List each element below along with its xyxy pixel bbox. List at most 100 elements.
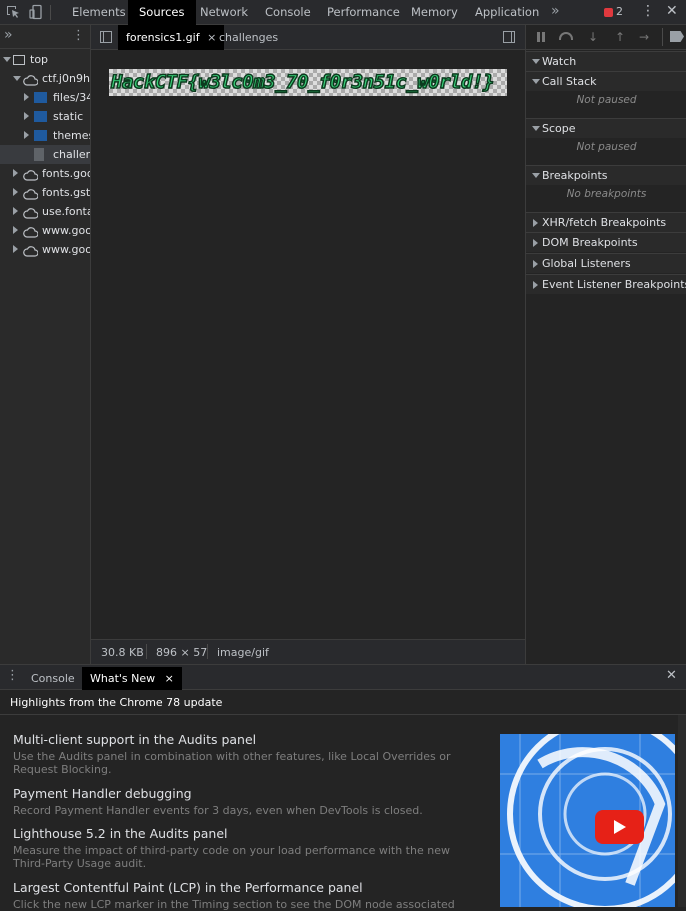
image-dimensions: 896 × 57 (156, 646, 208, 659)
editor-area: forensics1.gif × challenges HackCTF{w3lc… (91, 25, 525, 664)
tab-performance[interactable]: Performance (316, 0, 411, 25)
debugger-sidebar: ↓ ↑ → Watch Call Stack Not paused Scope Not … (525, 25, 686, 664)
feature-item[interactable]: Payment Handler debugging Record Payment … (13, 786, 473, 817)
pause-icon[interactable] (537, 32, 545, 42)
collapsed-arrow-icon[interactable] (13, 188, 18, 196)
pane-watch[interactable]: Watch (526, 51, 686, 71)
tree-item-label: top (30, 53, 49, 66)
debugger-toolbar: ↓ ↑ → (526, 25, 686, 50)
feature-title[interactable]: Multi-client support in the Audits panel (13, 732, 473, 747)
tree-item-label: www.goog (42, 243, 90, 256)
toggle-debugger-icon[interactable] (503, 31, 515, 43)
pane-event-listener-breakpoints[interactable]: Event Listener Breakpoints (526, 274, 686, 294)
expanded-arrow-icon (532, 126, 540, 131)
navigator-header: » ⋮ (0, 25, 90, 49)
tab-application[interactable]: Application (464, 0, 550, 25)
expanded-arrow-icon[interactable] (13, 76, 21, 81)
drawer-tab-whats-new[interactable]: What's New × (82, 667, 182, 690)
pane-breakpoints[interactable]: Breakpoints (526, 165, 686, 185)
pane-xhr-fetch-breakpoints[interactable]: XHR/fetch Breakpoints (526, 212, 686, 232)
tab-network[interactable]: Network (189, 0, 259, 25)
navigator-menu-button[interactable]: ⋮ (72, 28, 85, 43)
drawer-tab-console[interactable]: Console (23, 667, 83, 690)
pane-call-stack[interactable]: Call Stack (526, 71, 686, 91)
expanded-arrow-icon[interactable] (3, 57, 11, 62)
mime-type: image/gif (217, 646, 269, 659)
tree-item[interactable]: ctf.j0n9hy (0, 69, 90, 88)
tab-elements[interactable]: Elements (61, 0, 137, 25)
feature-item[interactable]: Largest Contentful Paint (LCP) in the Pe… (13, 880, 473, 911)
more-tabs-button[interactable]: » (540, 0, 571, 25)
tree-item[interactable]: themes (0, 126, 90, 145)
feature-item[interactable]: Lighthouse 5.2 in the Audits panel Measur… (13, 826, 473, 870)
feature-title[interactable]: Largest Contentful Paint (LCP) in the Pe… (13, 880, 473, 895)
collapsed-arrow-icon[interactable] (24, 112, 29, 120)
toggle-navigator-icon[interactable] (100, 31, 112, 43)
close-tab-icon[interactable]: × (165, 672, 174, 685)
collapsed-arrow-icon (533, 239, 538, 247)
whats-new-video-thumbnail[interactable] (500, 734, 675, 907)
feature-description: Measure the impact of third-party code o… (13, 844, 450, 870)
step-over-icon[interactable] (559, 32, 573, 40)
collapsed-arrow-icon[interactable] (13, 245, 18, 253)
editor-tab-challenges[interactable]: challenges (211, 25, 286, 50)
gif-image-preview: HackCTF{w3lc0m3_70_f0r3n51c_w0rld!} (109, 69, 507, 96)
pane-empty-message: No breakpoints (566, 188, 647, 200)
settings-menu-button[interactable]: ⋮ (641, 3, 655, 19)
tab-sources[interactable]: Sources (128, 0, 196, 25)
step-out-icon[interactable]: ↑ (615, 30, 625, 44)
close-devtools-button[interactable]: ✕ (666, 3, 678, 19)
feature-description: Record Payment Handler events for 3 days… (13, 804, 423, 817)
frame-icon (13, 55, 25, 65)
file-size: 30.8 KB (101, 646, 144, 659)
pane-scope[interactable]: Scope (526, 118, 686, 138)
tree-item[interactable]: top (0, 50, 90, 69)
step-icon[interactable]: → (639, 30, 649, 44)
error-icon[interactable] (604, 8, 613, 17)
deactivate-breakpoints-icon[interactable] (670, 31, 684, 42)
file-navigator: » ⋮ top ctf.j0n9hy files/34 static themes cha… (0, 25, 91, 664)
pane-title: Scope (542, 122, 576, 135)
folder-icon (34, 130, 47, 141)
play-button-icon[interactable] (595, 810, 644, 844)
feature-item[interactable]: Multi-client support in the Audits panel… (13, 732, 473, 776)
editor-tab-forensics1-gif[interactable]: forensics1.gif × (118, 25, 225, 50)
image-text: HackCTF{w3lc0m3_70_f0r3n51c_w0rld!} (110, 70, 495, 94)
pane-empty-message: Not paused (576, 94, 637, 106)
collapsed-arrow-icon[interactable] (13, 169, 18, 177)
drawer-menu-button[interactable]: ⋮ (6, 668, 19, 683)
collapsed-arrow-icon[interactable] (13, 226, 18, 234)
collapsed-arrow-icon[interactable] (24, 93, 29, 101)
pane-title: Call Stack (542, 75, 597, 88)
pane-title: XHR/fetch Breakpoints (542, 216, 667, 229)
tab-memory[interactable]: Memory (400, 0, 469, 25)
collapsed-arrow-icon[interactable] (13, 207, 18, 215)
feature-title[interactable]: Lighthouse 5.2 in the Audits panel (13, 826, 473, 841)
pane-dom-breakpoints[interactable]: DOM Breakpoints (526, 232, 686, 252)
status-divider (207, 644, 208, 659)
device-toolbar-icon[interactable] (28, 4, 44, 20)
tab-console[interactable]: Console (254, 0, 322, 25)
error-count[interactable]: 2 (616, 5, 623, 18)
folder-icon (34, 92, 47, 103)
step-into-icon[interactable]: ↓ (588, 30, 598, 44)
inspect-element-icon[interactable] (5, 4, 21, 20)
tree-item[interactable]: use.fontaw (0, 202, 90, 221)
tree-item[interactable]: www.goog (0, 240, 90, 259)
navigator-more-button[interactable]: » (4, 27, 13, 43)
close-drawer-button[interactable]: ✕ (666, 668, 677, 683)
drawer-tab-label: What's New (90, 672, 156, 685)
feature-title[interactable]: Payment Handler debugging (13, 786, 473, 801)
tree-item[interactable]: static (0, 107, 90, 126)
collapsed-arrow-icon[interactable] (24, 131, 29, 139)
tree-item[interactable]: challeng (0, 145, 90, 164)
pane-title: DOM Breakpoints (542, 236, 638, 249)
feature-description: Use the Audits panel in combination with… (13, 750, 451, 776)
drawer-scrollbar[interactable] (678, 715, 686, 907)
tree-item[interactable]: www.goog (0, 221, 90, 240)
tree-item[interactable]: fonts.goo (0, 164, 90, 183)
pane-global-listeners[interactable]: Global Listeners (526, 253, 686, 273)
tree-item[interactable]: files/34 (0, 88, 90, 107)
image-status-bar: 30.8 KB 896 × 57 image/gif (91, 639, 525, 664)
tree-item[interactable]: fonts.gsta (0, 183, 90, 202)
